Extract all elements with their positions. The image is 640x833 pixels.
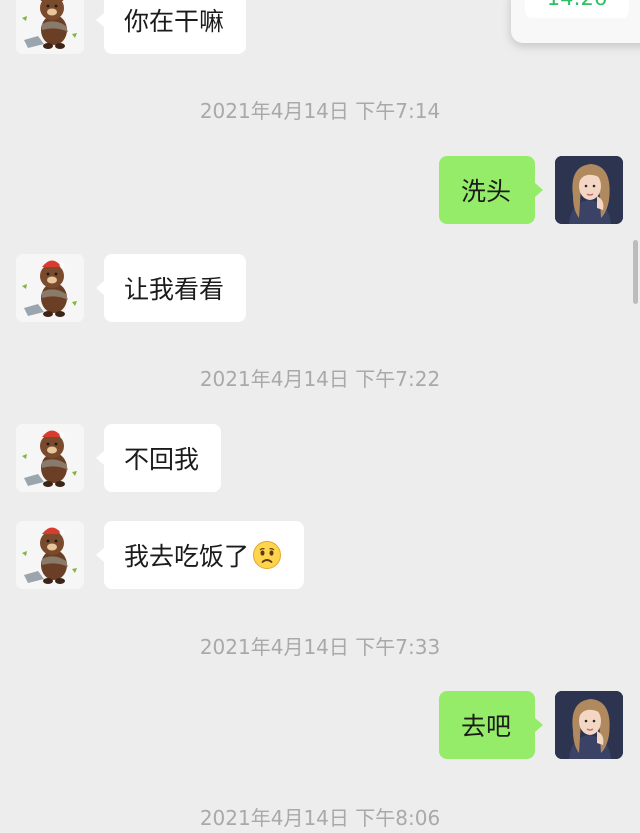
timestamp: 2021年4月14日 下午7:33	[199, 635, 441, 659]
timestamp: 2021年4月14日 下午8:06	[199, 806, 441, 830]
message-bubble-outgoing[interactable]: 洗头	[438, 156, 544, 224]
bear-avatar-icon	[16, 521, 84, 589]
message-text: 不回我	[124, 445, 200, 474]
message-text: 让我看看	[124, 275, 225, 304]
message-bubble-incoming[interactable]: 不回我	[95, 424, 222, 492]
chat-window: 你在干嘛 2021年4月14日 下午7:14 洗头 让我看看 2021年4月14…	[0, 0, 640, 833]
contact-avatar[interactable]	[16, 254, 84, 322]
message-text: 你在干嘛	[124, 7, 225, 36]
message-bubble-incoming[interactable]: 让我看看	[95, 254, 247, 322]
self-avatar[interactable]	[555, 156, 623, 224]
message-text: 我去吃饭了	[124, 542, 250, 571]
floating-time-card[interactable]: 14:26	[511, 0, 640, 43]
frowning-face-icon	[253, 541, 282, 569]
self-avatar[interactable]	[555, 691, 623, 759]
timestamp: 2021年4月14日 下午7:22	[199, 367, 441, 391]
girl-avatar-icon	[555, 156, 623, 224]
message-bubble-incoming[interactable]: 你在干嘛	[95, 0, 247, 54]
contact-avatar[interactable]	[16, 0, 84, 54]
message-text: 去吧	[460, 712, 511, 741]
message-bubble-incoming[interactable]: 我去吃饭了	[95, 521, 305, 589]
bear-avatar-icon	[16, 254, 84, 322]
message-text: 洗头	[460, 177, 511, 206]
girl-avatar-icon	[555, 691, 623, 759]
contact-avatar[interactable]	[16, 424, 84, 492]
message-bubble-outgoing[interactable]: 去吧	[438, 691, 544, 759]
scrollbar[interactable]	[633, 240, 638, 304]
contact-avatar[interactable]	[16, 521, 84, 589]
timestamp: 2021年4月14日 下午7:14	[199, 99, 441, 123]
overlay-time: 14:26	[525, 0, 629, 18]
bear-avatar-icon	[16, 0, 84, 54]
bear-avatar-icon	[16, 424, 84, 492]
